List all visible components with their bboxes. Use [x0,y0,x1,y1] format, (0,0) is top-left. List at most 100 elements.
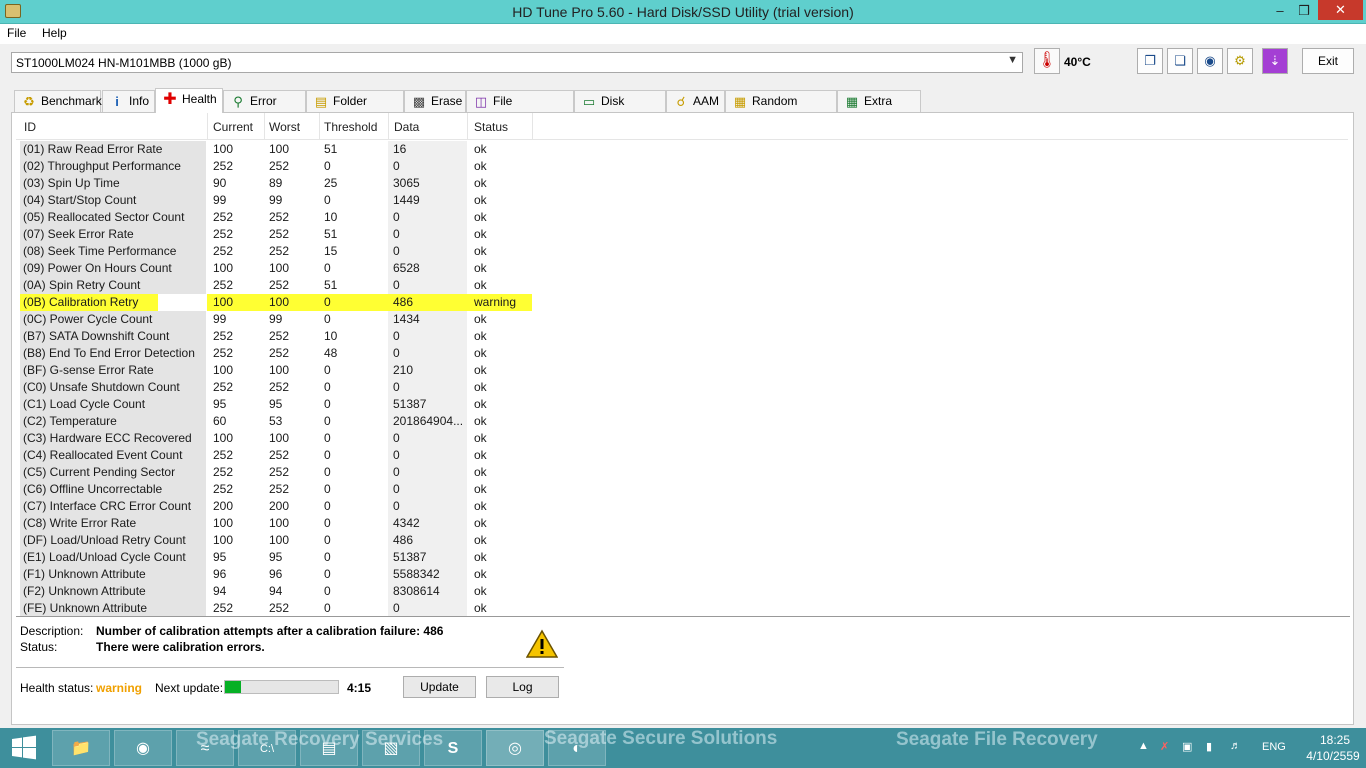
current-value: 252 [213,210,234,224]
status-value: ok [474,210,487,224]
table-row[interactable]: (F1) Unknown Attribute 96 96 0 5588342 ok [16,566,1346,583]
chrome-icon[interactable]: ◉ [114,730,172,766]
options-button[interactable]: ⚙ [1227,48,1253,74]
action-center-icon[interactable]: ✗ [1160,740,1169,753]
table-row[interactable]: (0C) Power Cycle Count 99 99 0 1434 ok [16,311,1346,328]
table-row[interactable]: (FE) Unknown Attribute 252 252 0 0 ok [16,600,1346,617]
table-row[interactable]: (C7) Interface CRC Error Count 200 200 0 0 ok [16,498,1346,515]
table-row[interactable]: (B7) SATA Downshift Count 252 252 10 0 ok [16,328,1346,345]
threshold-value: 51 [324,142,338,156]
progress-fill [225,681,241,693]
table-row[interactable]: (03) Spin Up Time 90 89 25 3065 ok [16,175,1346,192]
worst-value: 252 [269,227,290,241]
copy-info-button[interactable]: ❐ [1137,48,1163,74]
description-label: Description: [20,624,84,638]
random-access-icon: ▦ [733,94,747,109]
menu-file[interactable]: File [7,26,26,40]
column-header-id[interactable]: ID [24,120,36,134]
data-value: 0 [388,498,467,515]
hd-tune-icon[interactable]: ◎ [486,730,544,766]
performance-monitor-icon[interactable]: ≈ [176,730,234,766]
attribute-id: (C8) Write Error Rate [20,515,206,532]
app-icon[interactable]: ▤ [300,730,358,766]
update-button[interactable]: Update [403,676,476,698]
table-row[interactable]: (DF) Load/Unload Retry Count 100 100 0 486 ok [16,532,1346,549]
table-row[interactable]: (C5) Current Pending Sector 252 252 0 0 ok [16,464,1346,481]
current-value: 100 [213,533,234,547]
command-prompt-icon[interactable]: C:\ [238,730,296,766]
volume-icon[interactable]: ♬ [1230,740,1241,752]
current-value: 252 [213,465,234,479]
table-row[interactable]: (C4) Reallocated Event Count 252 252 0 0 ok [16,447,1346,464]
clock-time[interactable]: 18:25 [1312,733,1358,747]
status-value: ok [474,159,487,173]
tab-random-access[interactable]: ▦ Random Access [725,90,837,128]
save-button[interactable]: ⇣ [1262,48,1288,74]
windows-start-button[interactable] [0,728,48,768]
menu-help[interactable]: Help [42,26,67,40]
tab-info[interactable]: i Info [102,90,155,112]
table-row[interactable]: (E1) Load/Unload Cycle Count 95 95 0 51387 ok [16,549,1346,566]
tab-health[interactable]: ✚ Health [155,88,223,113]
column-header-status[interactable]: Status [474,120,508,134]
table-row[interactable]: (C8) Write Error Rate 100 100 0 4342 ok [16,515,1346,532]
table-row[interactable]: (C2) Temperature 60 53 0 201864904... ok [16,413,1346,430]
seagate-icon[interactable]: S [424,730,482,766]
table-row[interactable]: (01) Raw Read Error Rate 100 100 51 16 ok [16,141,1346,158]
chevron-up-icon[interactable]: ▲ [1138,740,1149,752]
table-row[interactable]: (0A) Spin Retry Count 252 252 51 0 ok [16,277,1346,294]
tab-file-benchmark[interactable]: ◫ File Benchmark [466,90,574,128]
table-row[interactable]: (02) Throughput Performance 252 252 0 0 ok [16,158,1346,175]
table-row[interactable]: (C1) Load Cycle Count 95 95 0 51387 ok [16,396,1346,413]
paint-icon[interactable]: ◐ [548,730,606,766]
file-benchmark-icon: ◫ [474,94,488,109]
table-row[interactable]: (C0) Unsafe Shutdown Count 252 252 0 0 ok [16,379,1346,396]
data-value: 0 [388,430,467,447]
attribute-id: (E1) Load/Unload Cycle Count [20,549,206,566]
maximize-button[interactable]: ❒ [1290,0,1318,22]
tab-aam[interactable]: ☌ AAM [666,90,725,112]
chevron-down-icon: ▼ [1007,54,1018,66]
attribute-id: (C7) Interface CRC Error Count [20,498,206,515]
tab-extra-tests[interactable]: ▦ Extra tests [837,90,921,128]
table-row[interactable]: (07) Seek Error Rate 252 252 51 0 ok [16,226,1346,243]
tab-folder-usage[interactable]: ▤ Folder Usage [306,90,404,128]
data-value: 0 [388,447,467,464]
tab-erase[interactable]: ▩ Erase [404,90,466,112]
usb-icon[interactable]: ▣ [1182,740,1192,753]
tab-benchmark[interactable]: ♻ Benchmark [14,90,102,112]
drive-select[interactable]: ST1000LM024 HN-M101MBB (1000 gB) ▼ [11,52,1023,73]
network-icon[interactable]: ▮ [1206,740,1212,753]
column-header-threshold[interactable]: Threshold [324,120,377,134]
document-icon[interactable]: ▧ [362,730,420,766]
table-row[interactable]: (04) Start/Stop Count 99 99 0 1449 ok [16,192,1346,209]
exit-button[interactable]: Exit [1302,48,1354,74]
table-row[interactable]: (F2) Unknown Attribute 94 94 0 8308614 ok [16,583,1346,600]
column-header-worst[interactable]: Worst [269,120,300,134]
table-row[interactable]: (09) Power On Hours Count 100 100 0 6528 ok [16,260,1346,277]
file-explorer-icon[interactable]: 📁 [52,730,110,766]
table-row[interactable]: (C6) Offline Uncorrectable 252 252 0 0 ok [16,481,1346,498]
table-row[interactable]: (B8) End To End Error Detection 252 252 48 0… [16,345,1346,362]
tab-label: Health [182,92,217,106]
column-header-current[interactable]: Current [213,120,253,134]
close-button[interactable]: ✕ [1318,0,1363,20]
table-row[interactable]: (BF) G-sense Error Rate 100 100 0 210 ok [16,362,1346,379]
log-button[interactable]: Log [486,676,559,698]
tab-error-scan[interactable]: ⚲ Error Scan [223,90,306,128]
attribute-id: (07) Seek Error Rate [20,226,206,243]
divider [16,616,1350,617]
table-row[interactable]: (C3) Hardware ECC Recovered 100 100 0 0 ok [16,430,1346,447]
tab-disk-monitor[interactable]: ▭ Disk monitor [574,90,666,128]
table-row-selected[interactable]: (0B) Calibration Retry Count1001000486wa… [16,294,1346,326]
language-indicator[interactable]: ENG [1262,741,1286,753]
column-header-data[interactable]: Data [394,120,419,134]
clock-date[interactable]: 4/10/2559 [1304,749,1362,763]
attribute-id: (FE) Unknown Attribute [20,600,206,617]
attribute-id: (0A) Spin Retry Count [20,277,206,294]
table-row[interactable]: (08) Seek Time Performance 252 252 15 0 ok [16,243,1346,260]
copy-all-button[interactable]: ❏ [1167,48,1193,74]
screenshot-button[interactable]: ◉ [1197,48,1223,74]
table-row[interactable]: (05) Reallocated Sector Count 252 252 10 0 ok [16,209,1346,226]
current-value: 100 [207,294,264,311]
